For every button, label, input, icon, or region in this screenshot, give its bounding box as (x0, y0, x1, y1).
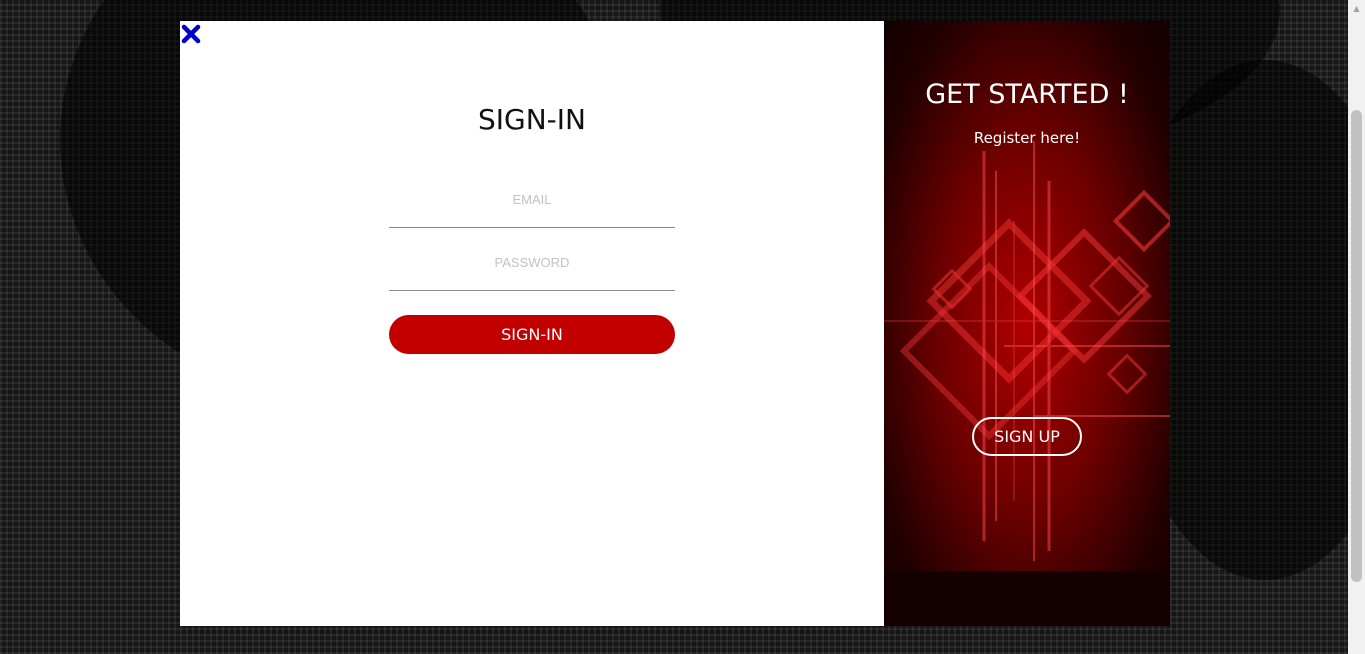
signup-button[interactable]: SIGN UP (972, 417, 1082, 456)
get-started-heading: GET STARTED ! (925, 79, 1129, 110)
signin-title: SIGN-IN (478, 103, 586, 136)
signin-modal: SIGN-IN SIGN-IN (180, 21, 884, 626)
register-subheading: Register here! (973, 129, 1081, 147)
panel-footer-area (884, 571, 1170, 626)
scrollbar-thumb[interactable] (1351, 110, 1362, 582)
register-panel: GET STARTED ! Register here! SIGN UP (884, 21, 1170, 626)
close-icon (181, 24, 201, 44)
email-field[interactable] (389, 189, 675, 228)
scroll-up-arrow-icon[interactable]: ▲ (1348, 0, 1365, 17)
password-field[interactable] (389, 252, 675, 291)
signin-button[interactable]: SIGN-IN (389, 315, 675, 354)
page-scrollbar[interactable]: ▲ (1348, 0, 1365, 654)
close-button[interactable] (180, 23, 202, 45)
